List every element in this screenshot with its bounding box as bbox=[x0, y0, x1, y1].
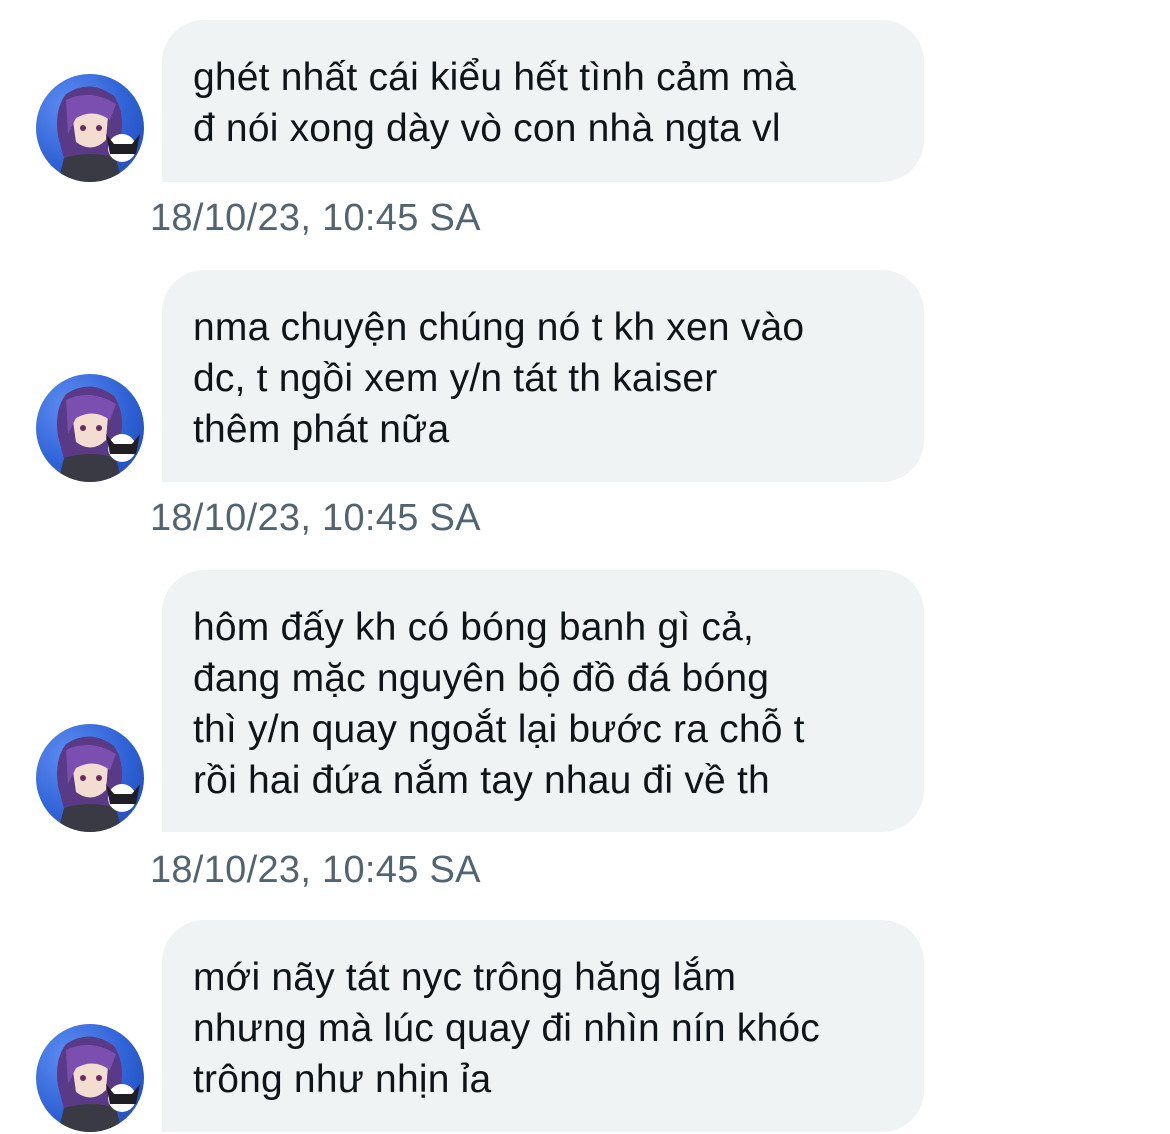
message-text-line: đang mặc nguyên bộ đồ đá bóng bbox=[193, 657, 770, 700]
message-timestamp: 18/10/23, 10:45 SA bbox=[150, 849, 481, 891]
message-bubble[interactable]: mới nãy tát nyc trông hăng lắm nhưng mà … bbox=[162, 920, 924, 1132]
avatar[interactable] bbox=[36, 374, 144, 482]
message-text-line: thêm phát nữa bbox=[193, 408, 450, 451]
message-text-line: dc, t ngồi xem y/n tát th kaiser bbox=[193, 357, 718, 400]
avatar[interactable] bbox=[36, 724, 144, 832]
message-text-line: ghét nhất cái kiểu hết tình cảm mà bbox=[193, 56, 796, 99]
message-text-line: đ nói xong dày vò con nhà ngta vl bbox=[193, 107, 781, 150]
anime-character-avatar-icon bbox=[57, 86, 140, 182]
anime-character-avatar-icon bbox=[57, 386, 140, 482]
message-bubble[interactable]: ghét nhất cái kiểu hết tình cảm mà đ nói… bbox=[162, 20, 924, 182]
message-text-line: mới nãy tát nyc trông hăng lắm bbox=[193, 956, 737, 999]
message-text-line: thì y/n quay ngoắt lại bước ra chỗ t bbox=[193, 708, 805, 751]
anime-character-avatar-icon bbox=[57, 736, 140, 832]
message-text-line: trông như nhịn ỉa bbox=[193, 1058, 492, 1101]
avatar[interactable] bbox=[36, 1024, 144, 1132]
message-text-line: rồi hai đứa nắm tay nhau đi về th bbox=[193, 759, 770, 802]
message-timestamp: 18/10/23, 10:45 SA bbox=[150, 197, 481, 239]
message-bubble[interactable]: nma chuyện chúng nó t kh xen vào dc, t n… bbox=[162, 270, 924, 482]
anime-character-avatar-icon bbox=[57, 1036, 140, 1132]
message-bubble[interactable]: hôm đấy kh có bóng banh gì cả, đang mặc … bbox=[162, 570, 924, 832]
avatar[interactable] bbox=[36, 74, 144, 182]
message-text-line: nma chuyện chúng nó t kh xen vào bbox=[193, 306, 805, 349]
message-text-line: hôm đấy kh có bóng banh gì cả, bbox=[193, 606, 755, 649]
message-text-line: nhưng mà lúc quay đi nhìn nín khóc bbox=[193, 1007, 820, 1050]
message-timestamp: 18/10/23, 10:45 SA bbox=[150, 497, 481, 539]
